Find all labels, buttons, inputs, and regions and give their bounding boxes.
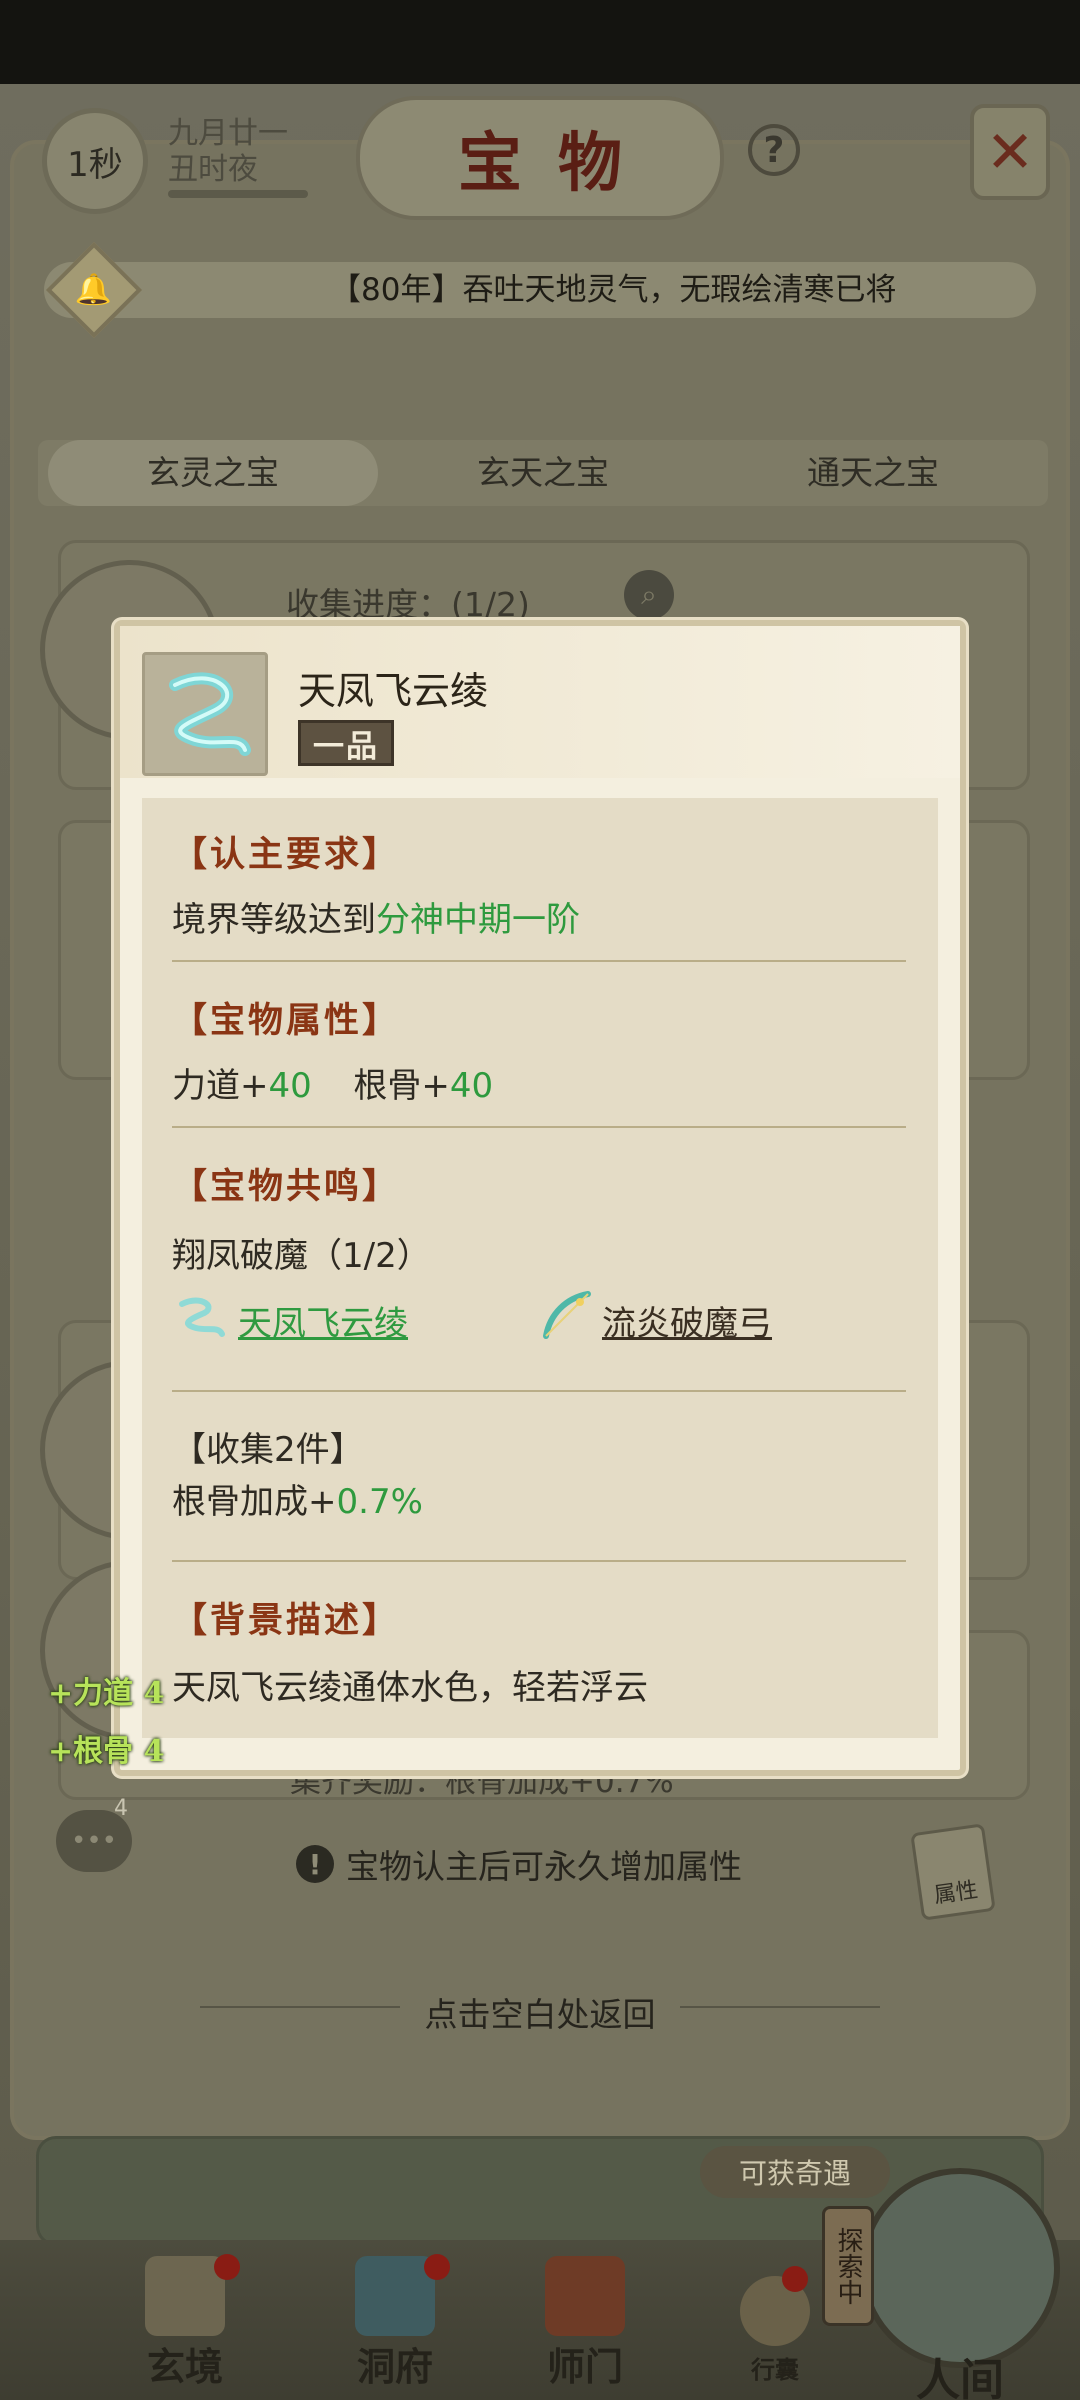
requirement-text: 境界等级达到分神中期一阶 xyxy=(172,892,580,941)
attributes-text: 力道+40 根骨+40 xyxy=(172,1058,493,1107)
attr-name: 力道+ xyxy=(172,1066,269,1106)
lunar-hour: 丑时夜 xyxy=(168,152,258,187)
attr-name: 根骨+ xyxy=(353,1066,450,1106)
requirement-title: 【认主要求】 xyxy=(172,834,401,875)
collection-progress: 收集进度：(1/2) xyxy=(286,585,530,624)
divider xyxy=(172,1390,906,1392)
background-title: 【背景描述】 xyxy=(172,1600,401,1641)
nav-label: 人间 xyxy=(916,2355,1004,2400)
floating-stat-gain: +根骨 4 xyxy=(48,1734,165,1769)
requirement-realm: 分神中期一阶 xyxy=(376,900,580,940)
title-plate: 宝物 xyxy=(356,96,724,220)
nav-shimen[interactable]: 师门 xyxy=(510,2240,660,2400)
time-progress-bar xyxy=(168,190,308,198)
tab-tongtian[interactable]: 通天之宝 xyxy=(708,440,1038,506)
divider xyxy=(172,960,906,962)
collection-bonus-text: 根骨加成+0.7% xyxy=(172,1474,423,1523)
hint-text: 宝物认主后可永久增加属性 xyxy=(346,1847,742,1886)
attr-value: 40 xyxy=(449,1066,494,1106)
bonus-prefix: 根骨加成+ xyxy=(172,1482,337,1522)
nav-label: 行囊 xyxy=(751,2355,799,2384)
tab-xuanling[interactable]: 玄灵之宝 xyxy=(48,440,378,506)
scroll-icon xyxy=(145,2256,225,2336)
resonance-set-name: 翔凤破魔（1/2） xyxy=(172,1236,431,1276)
nav-renjian[interactable]: 人间 xyxy=(860,2168,1060,2400)
exploring-tag: 探索中 xyxy=(822,2206,874,2326)
sect-banner-icon xyxy=(545,2256,625,2336)
resonance-item-link[interactable]: 天凤飞云绫 xyxy=(238,1296,408,1345)
resonance-item-link[interactable]: 流炎破魔弓 xyxy=(602,1296,772,1345)
attr-value: 40 xyxy=(268,1066,312,1106)
ribbon-icon xyxy=(172,1290,230,1342)
divider xyxy=(172,1560,906,1562)
hint-row: ! 宝物认主后可永久增加属性 xyxy=(296,1842,742,1886)
resonance-title: 【宝物共鸣】 xyxy=(172,1166,401,1207)
cave-icon xyxy=(355,2256,435,2336)
search-icon[interactable]: ⌕ xyxy=(624,570,674,620)
bonus-value: 0.7% xyxy=(336,1482,423,1522)
attributes-title: 【宝物属性】 xyxy=(172,1000,401,1041)
notification-dot xyxy=(424,2254,450,2280)
world-map-icon xyxy=(860,2168,1060,2368)
bow-icon xyxy=(536,1288,594,1344)
notification-dot xyxy=(782,2266,808,2292)
help-button[interactable]: ? xyxy=(748,124,800,176)
nav-label: 师门 xyxy=(546,2344,623,2389)
nav-label: 玄境 xyxy=(146,2344,223,2389)
warning-icon: ! xyxy=(296,1845,334,1883)
floating-stat-gain: +力道 4 xyxy=(48,1676,165,1711)
ribbon-icon xyxy=(142,652,268,776)
nav-dongfu[interactable]: 洞府 xyxy=(320,2240,470,2400)
close-icon: ✕ xyxy=(985,118,1035,186)
notification-dot xyxy=(214,2254,240,2280)
tab-xuantian[interactable]: 玄天之宝 xyxy=(378,440,708,506)
item-name: 天凤飞云绫 xyxy=(298,669,489,713)
tap-to-return-hint: 点击空白处返回 xyxy=(424,1995,656,2034)
close-button[interactable]: ✕ xyxy=(970,104,1050,200)
attribute-button[interactable]: 属性 xyxy=(910,1823,996,1921)
status-bar xyxy=(0,0,1080,84)
nav-xuanjing[interactable]: 玄境 xyxy=(110,2240,260,2400)
grade-badge: 一品 xyxy=(298,720,394,766)
background-text: 天凤飞云绫通体水色，轻若浮云 xyxy=(172,1668,648,1708)
announcement-text: 【80年】吞吐天地灵气，无瑕绘清寒已将 xyxy=(330,272,897,308)
divider xyxy=(172,1126,906,1128)
nav-label: 洞府 xyxy=(356,2344,433,2389)
collection-bonus-title: 【收集2件】 xyxy=(172,1430,364,1470)
page-title: 宝物 xyxy=(458,126,658,201)
requirement-prefix: 境界等级达到 xyxy=(172,900,376,940)
chat-count: 4 xyxy=(114,1796,128,1821)
timer-badge[interactable]: 1秒 xyxy=(42,108,148,214)
